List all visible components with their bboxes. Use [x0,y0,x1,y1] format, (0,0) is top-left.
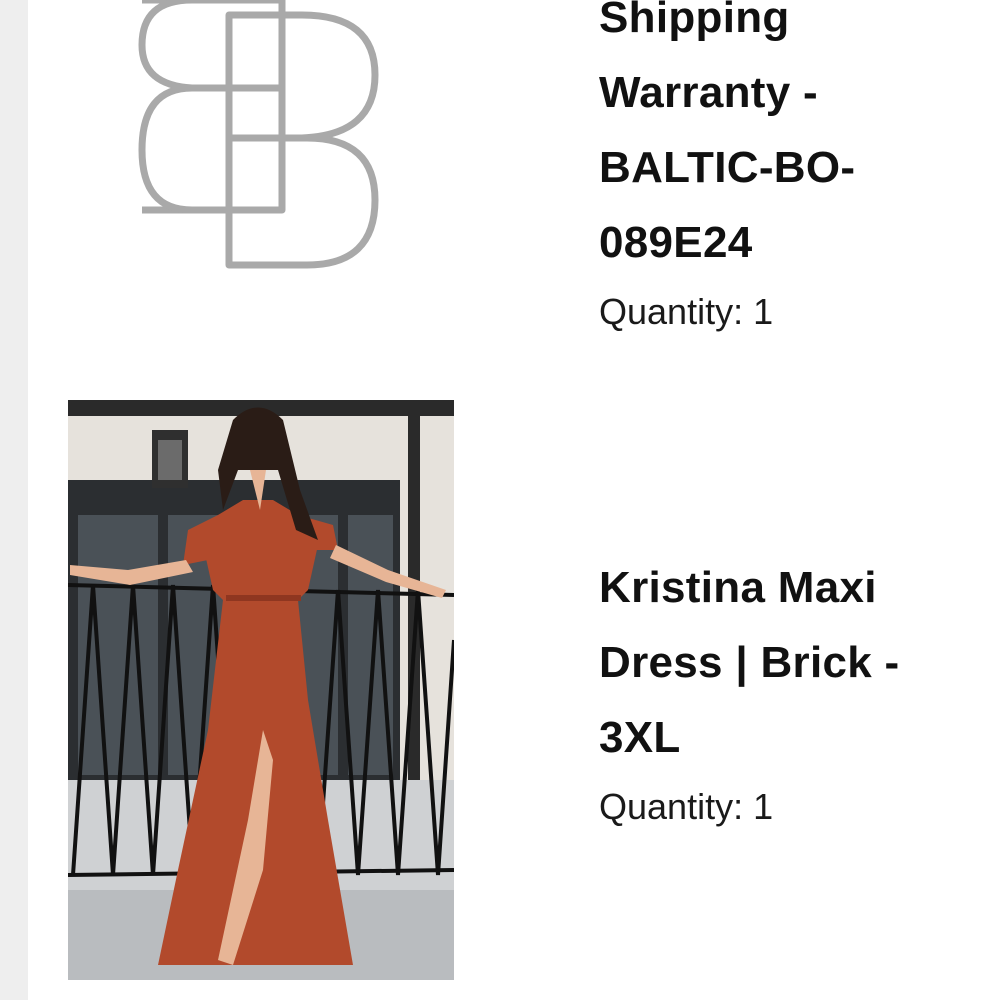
left-rail [0,0,28,1000]
item-info: Kristina Maxi Dress | Brick - 3XL Quanti… [599,550,970,831]
item-title[interactable]: Kristina Maxi Dress | Brick - 3XL [599,550,979,775]
quantity-label: Quantity: [599,291,744,332]
quantity-label: Quantity: [599,786,744,827]
list-item: Kristina Maxi Dress | Brick - 3XL Quanti… [28,400,1000,1000]
item-title[interactable]: Shipping Warranty - BALTIC-BO-089E24 [599,0,899,280]
item-quantity: Quantity: 1 [599,783,970,831]
quantity-value: 1 [753,291,774,332]
quantity-value: 1 [753,786,774,827]
item-info: Shipping Warranty - BALTIC-BO-089E24 Qua… [599,0,970,336]
product-image[interactable] [68,400,454,980]
list-item: Shipping Warranty - BALTIC-BO-089E24 Qua… [28,0,1000,360]
order-items-list: Shipping Warranty - BALTIC-BO-089E24 Qua… [28,0,1000,1000]
item-quantity: Quantity: 1 [599,288,970,336]
brand-logo-icon [132,0,392,280]
